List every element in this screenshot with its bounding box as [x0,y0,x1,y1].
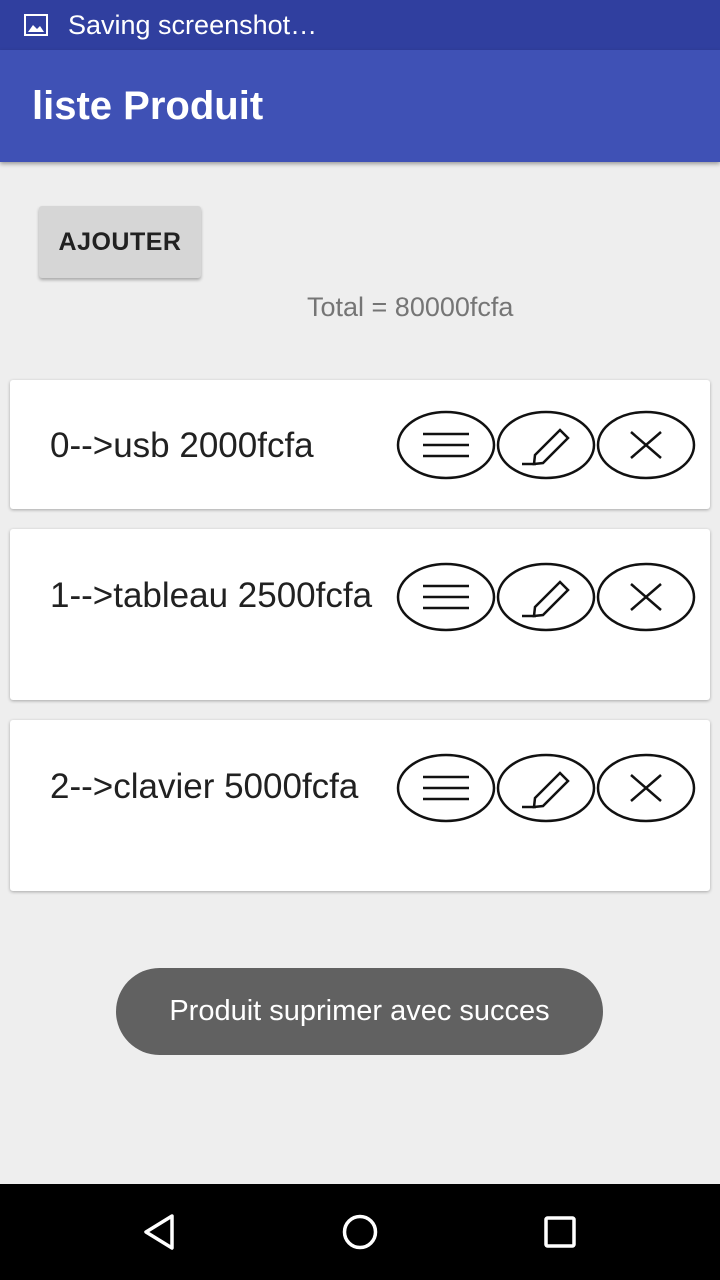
toast-message: Produit suprimer avec succes [116,968,603,1055]
add-button[interactable]: AJOUTER [39,206,201,278]
delete-icon[interactable] [596,562,696,632]
details-icon[interactable] [396,753,496,823]
home-icon[interactable] [330,1204,390,1260]
page-title: liste Produit [32,83,264,128]
image-icon [24,14,48,36]
back-icon[interactable] [130,1204,190,1260]
product-label: 0-->usb 2000fcfa [50,426,314,465]
status-bar: Saving screenshot… [0,0,720,50]
status-text: Saving screenshot… [68,9,318,40]
product-card: 2-->clavier 5000fcfa [10,720,710,891]
edit-icon[interactable] [496,562,596,632]
navigation-bar [0,1184,720,1280]
recents-icon[interactable] [530,1204,590,1260]
total-label: Total = 80000fcfa [307,292,514,322]
edit-icon[interactable] [496,410,596,480]
details-icon[interactable] [396,562,496,632]
app-bar: liste Produit [0,50,720,162]
product-label: 2-->clavier 5000fcfa [50,767,359,806]
product-card: 1-->tableau 2500fcfa [10,529,710,700]
delete-icon[interactable] [596,753,696,823]
delete-icon[interactable] [596,410,696,480]
product-card: 0-->usb 2000fcfa [10,380,710,509]
edit-icon[interactable] [496,753,596,823]
details-icon[interactable] [396,410,496,480]
product-label: 1-->tableau 2500fcfa [50,576,373,615]
